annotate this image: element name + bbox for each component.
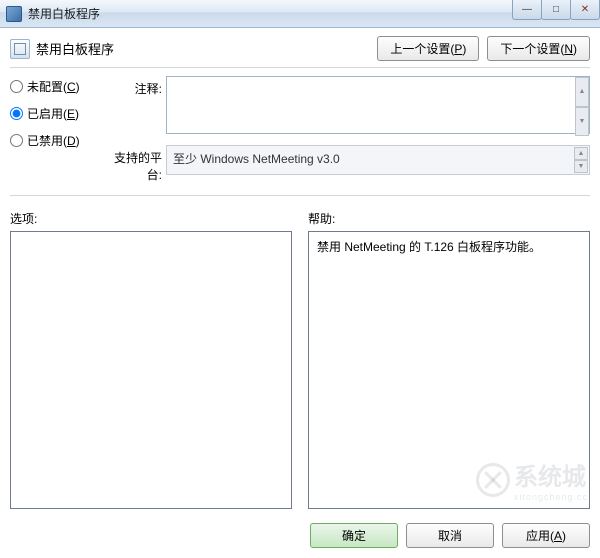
platform-value: 至少 Windows NetMeeting v3.0 — [173, 152, 340, 166]
apply-button[interactable]: 应用(A) — [502, 523, 590, 548]
supported-platform-box: 至少 Windows NetMeeting v3.0 ▲▼ — [166, 145, 590, 175]
header-row: 禁用白板程序 上一个设置(P) 下一个设置(N) — [10, 36, 590, 61]
close-button[interactable]: ✕ — [570, 0, 600, 20]
options-panel — [10, 231, 292, 509]
help-text: 禁用 NetMeeting 的 T.126 白板程序功能。 — [317, 240, 541, 254]
cancel-button[interactable]: 取消 — [406, 523, 494, 548]
help-panel: 禁用 NetMeeting 的 T.126 白板程序功能。 — [308, 231, 590, 509]
content-area: 禁用白板程序 上一个设置(P) 下一个设置(N) 未配置(C) 已启用(E) — [0, 28, 600, 515]
maximize-button[interactable]: □ — [541, 0, 571, 20]
ok-button[interactable]: 确定 — [310, 523, 398, 548]
separator — [10, 67, 590, 68]
state-radio-group: 未配置(C) 已启用(E) 已禁用(D) — [10, 76, 100, 149]
radio-enabled[interactable]: 已启用(E) — [10, 105, 100, 122]
radio-disabled[interactable]: 已禁用(D) — [10, 132, 100, 149]
separator-2 — [10, 195, 590, 196]
next-setting-button[interactable]: 下一个设置(N) — [487, 36, 590, 61]
window-title: 禁用白板程序 — [28, 5, 100, 22]
help-label: 帮助: — [308, 210, 590, 227]
titlebar: 禁用白板程序 — □ ✕ — [0, 0, 600, 28]
comment-textarea[interactable] — [166, 76, 590, 134]
previous-setting-button[interactable]: 上一个设置(P) — [377, 36, 479, 61]
config-grid: 未配置(C) 已启用(E) 已禁用(D) 注释: ▲▼ 支持的平台: 至少 Wi… — [10, 76, 590, 183]
page-title: 禁用白板程序 — [36, 39, 114, 58]
window-buttons: — □ ✕ — [513, 0, 600, 20]
app-icon — [6, 6, 22, 22]
platform-scrollbar[interactable]: ▲▼ — [574, 147, 588, 173]
lower-panels: 选项: 帮助: 禁用 NetMeeting 的 T.126 白板程序功能。 — [10, 210, 590, 509]
radio-not-configured-input[interactable] — [10, 80, 23, 93]
comment-label: 注释: — [104, 76, 162, 97]
radio-not-configured[interactable]: 未配置(C) — [10, 78, 100, 95]
platform-label: 支持的平台: — [104, 145, 162, 183]
policy-icon — [10, 39, 30, 59]
options-label: 选项: — [10, 210, 292, 227]
radio-disabled-input[interactable] — [10, 134, 23, 147]
comment-scrollbar[interactable]: ▲▼ — [575, 77, 589, 136]
radio-enabled-input[interactable] — [10, 107, 23, 120]
minimize-button[interactable]: — — [512, 0, 542, 20]
